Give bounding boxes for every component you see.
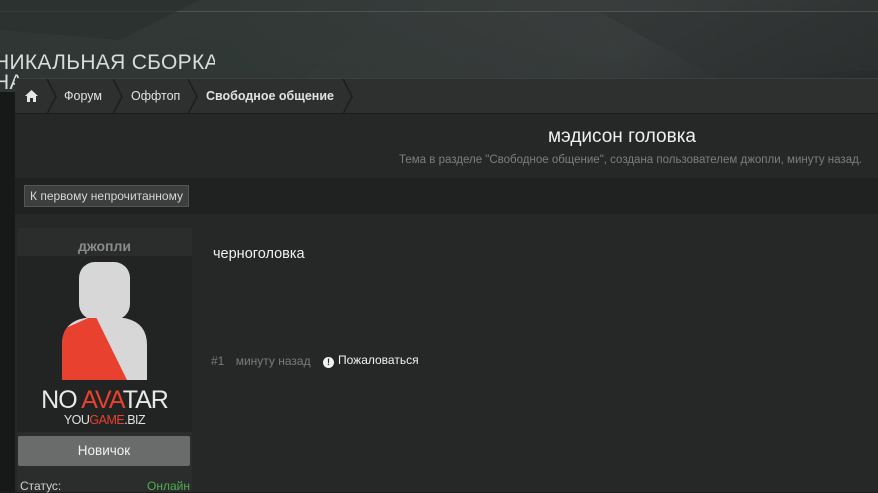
warning-icon: ! (323, 357, 334, 368)
no-avatar-logo: NO AVATAR (17, 386, 192, 415)
breadcrumb-item-offtop[interactable]: Оффтоп (131, 79, 180, 114)
banner-line-1: НИКАЛЬНАЯ СБОРКА (0, 51, 215, 74)
thread-toolbar: К первому непрочитанному (15, 178, 878, 214)
thread-title: мэдисон головка (547, 126, 696, 147)
left-edge-strip (0, 92, 15, 492)
breadcrumb-separator-icon (343, 79, 353, 114)
no-avatar-site: YOUGAME.BIZ (17, 413, 192, 427)
status-label: Статус: (20, 479, 62, 493)
home-icon[interactable] (25, 90, 38, 102)
report-link[interactable]: ! Пожаловаться (323, 353, 419, 368)
breadcrumb-separator-icon (113, 79, 123, 114)
post-meta: #1 минуту назад (211, 354, 319, 368)
post-message: черноголовка (213, 246, 305, 262)
thread-panel: Форум Оффтоп Свободное общение мэдисон г… (15, 78, 878, 493)
user-card: джопли NO AVATAR YOUGAME.BIZ Новичок Ста… (17, 228, 192, 493)
breadcrumb-item-free-talk[interactable]: Свободное общение (206, 79, 334, 114)
thread-subtitle: Тема в разделе "Свободное общение", созд… (399, 154, 862, 166)
breadcrumb-separator-icon (47, 79, 57, 114)
no-avatar-logo-no: NO (41, 386, 82, 414)
username[interactable]: джопли (17, 238, 192, 254)
breadcrumb-item-forum[interactable]: Форум (64, 79, 102, 114)
no-avatar-logo-ava: AVA (81, 386, 123, 414)
no-avatar-logo-tar: TAR (122, 386, 169, 414)
post-pointer (193, 240, 201, 256)
no-avatar-site-game: GAME (89, 413, 125, 427)
breadcrumb: Форум Оффтоп Свободное общение (15, 78, 878, 114)
no-avatar-site-you: YOU (63, 413, 90, 427)
breadcrumb-separator-icon (188, 79, 198, 114)
first-unread-button[interactable]: К первому непрочитанному (24, 185, 189, 207)
no-avatar-site-biz: .BIZ (124, 413, 146, 427)
avatar[interactable]: NO AVATAR YOUGAME.BIZ (17, 256, 192, 432)
status-value: Онлайн (147, 479, 190, 493)
post: черноголовка #1 минуту назад ! Пожаловать… (193, 228, 878, 492)
report-label: Пожаловаться (338, 353, 419, 367)
user-rank-badge: Новичок (18, 436, 190, 466)
post-number[interactable]: #1 (211, 354, 224, 368)
post-time[interactable]: минуту назад (236, 354, 311, 368)
default-avatar-icon (62, 262, 147, 380)
